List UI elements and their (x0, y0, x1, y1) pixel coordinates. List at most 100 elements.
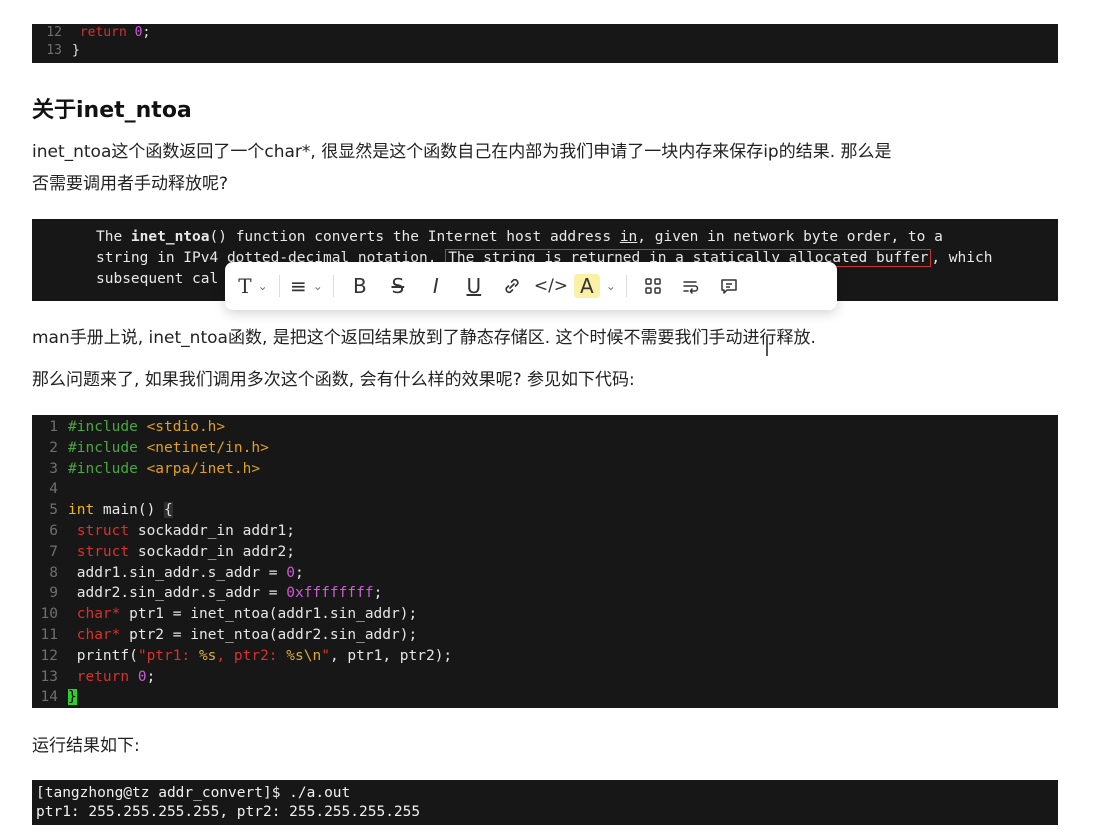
code-text: printf( (76, 647, 138, 664)
chevron-down-icon: ⌄ (605, 279, 616, 293)
line-number: 10 (40, 606, 58, 623)
line-number: 14 (40, 689, 58, 706)
code-line: 10 char* ptr1 = inet_ntoa(addr1.sin_addr… (36, 604, 1058, 625)
code-line: 6 struct sockaddr_in addr1; (36, 521, 1058, 542)
text-wrap-icon (683, 281, 699, 294)
paragraph-result-label: 运行结果如下: (32, 736, 140, 756)
bold-button[interactable]: B (344, 270, 376, 302)
line-number: 8 (49, 564, 58, 581)
code-line: 13} (40, 42, 1058, 60)
code-preprocessor: #include (68, 439, 147, 456)
code-line: 3 #include <arpa/inet.h> (36, 459, 1058, 480)
line-number: 4 (49, 481, 58, 498)
inline-code-button[interactable]: </> (534, 270, 568, 302)
code-text: main() (94, 502, 165, 519)
code-text: sockaddr_in addr2; (129, 543, 295, 560)
code-line: 13 return 0; (36, 667, 1058, 688)
code-header: <arpa/inet.h> (146, 460, 261, 477)
line-number: 9 (49, 585, 58, 602)
man-function-name: inet_ntoa (130, 229, 210, 245)
code-keyword: struct (76, 522, 130, 539)
code-line: 2 #include <netinet/in.h> (36, 438, 1058, 459)
code-text: } (72, 43, 80, 58)
code-line: 12 return 0; (40, 24, 1058, 42)
man-text: () function converts the Internet host a… (209, 229, 620, 245)
code-punct: ; (146, 668, 156, 685)
italic-button[interactable]: I (420, 270, 452, 302)
more-blocks-button[interactable] (637, 270, 669, 302)
chevron-down-icon: ⌄ (257, 279, 268, 293)
man-text: The (96, 229, 131, 245)
code-block-main[interactable]: 1 #include <stdio.h> 2 #include <netinet/i… (32, 415, 1058, 708)
code-text: sockaddr_in addr1; (129, 522, 295, 539)
code-punct: ; (142, 25, 151, 40)
code-string: "ptr1: (137, 647, 199, 664)
code-text: addr2.sin_addr.s_addr = (76, 585, 287, 602)
highlight-button[interactable]: A ⌄ (574, 270, 616, 302)
text-cursor (766, 336, 768, 356)
code-icon: </> (533, 276, 569, 296)
paragraph-question: 那么问题来了, 如果我们调用多次这个函数, 会有什么样的效果呢? 参见如下代码: (32, 370, 635, 390)
wrap-button[interactable] (675, 270, 707, 302)
code-number: 0xffffffff (286, 585, 374, 602)
strikethrough-button[interactable]: S (382, 270, 414, 302)
code-keyword: char (76, 606, 112, 623)
code-number: 0 (137, 668, 147, 685)
code-preprocessor: #include (68, 419, 147, 435)
code-escape: \n (303, 647, 322, 664)
code-text: ptr2 = inet_ntoa(addr2.sin_addr); (120, 626, 418, 643)
line-number: 2 (49, 439, 58, 456)
line-number: 1 (49, 419, 58, 435)
code-keyword: int (68, 502, 95, 519)
man-param: in (619, 229, 638, 245)
grid-icon (645, 278, 661, 294)
terminal-output[interactable]: [tangzhong@tz addr_convert]$ ./a.out ptr… (32, 780, 1058, 825)
underline-button[interactable]: U (458, 270, 490, 302)
code-keyword: char (76, 626, 112, 643)
align-button[interactable]: ≡ ⌄ (290, 270, 323, 302)
chevron-down-icon: ⌄ (312, 279, 323, 293)
code-preprocessor: #include (68, 460, 147, 477)
code-text: addr1.sin_addr.s_addr = (76, 564, 287, 581)
text-style-button[interactable]: T ⌄ (237, 270, 269, 302)
line-number: 13 (46, 43, 62, 58)
code-text: ptr1 = inet_ntoa(addr1.sin_addr); (120, 606, 418, 623)
code-line: 1 #include <stdio.h> (36, 417, 1058, 438)
section-heading: 关于inet_ntoa (32, 98, 192, 123)
comment-button[interactable] (713, 270, 745, 302)
code-punct: ; (294, 564, 304, 581)
paragraph-line: 否需要调用者手动释放呢? (32, 174, 229, 194)
code-line: 4 (36, 479, 1058, 500)
terminal-line: ptr1: 255.255.255.255, ptr2: 255.255.255… (36, 804, 421, 820)
code-line: 8 addr1.sin_addr.s_addr = 0; (36, 563, 1058, 584)
code-format: %s (286, 647, 304, 664)
text-style-icon: T (238, 274, 252, 298)
line-number: 6 (49, 522, 58, 539)
man-text: , which (931, 250, 993, 266)
line-number: 11 (40, 626, 58, 643)
man-text: , given in network byte order, to a (637, 229, 943, 245)
code-keyword: struct (76, 543, 130, 560)
code-block-previous: 12 return 0; 13} (32, 24, 1058, 63)
code-line: 14} (36, 687, 1058, 708)
comment-icon (721, 279, 737, 294)
code-format: %s (198, 647, 217, 664)
italic-icon: I (432, 274, 439, 298)
align-left-icon: ≡ (290, 274, 307, 298)
paragraph-intro: inet_ntoa这个函数返回了一个char*, 很显然是这个函数自己在内部为我… (32, 136, 892, 200)
line-number: 12 (46, 25, 62, 40)
code-string: , ptr2: (216, 647, 287, 664)
link-button[interactable] (496, 270, 528, 302)
man-text: subsequent cal (96, 271, 219, 287)
toolbar-divider (625, 275, 627, 297)
code-string: " (321, 647, 330, 664)
strikethrough-icon: S (391, 274, 405, 298)
code-line: 7 struct sockaddr_in addr2; (36, 542, 1058, 563)
code-line: 5 int main() { (36, 500, 1058, 521)
toolbar-divider (332, 275, 334, 297)
code-text: return (72, 25, 135, 40)
code-line: 9 addr2.sin_addr.s_addr = 0xffffffff; (36, 583, 1058, 604)
terminal-line: [tangzhong@tz addr_convert]$ ./a.out (36, 785, 351, 801)
man-line: The inet_ntoa() function converts the In… (96, 227, 1036, 248)
code-line: 11 char* ptr2 = inet_ntoa(addr2.sin_addr… (36, 625, 1058, 646)
